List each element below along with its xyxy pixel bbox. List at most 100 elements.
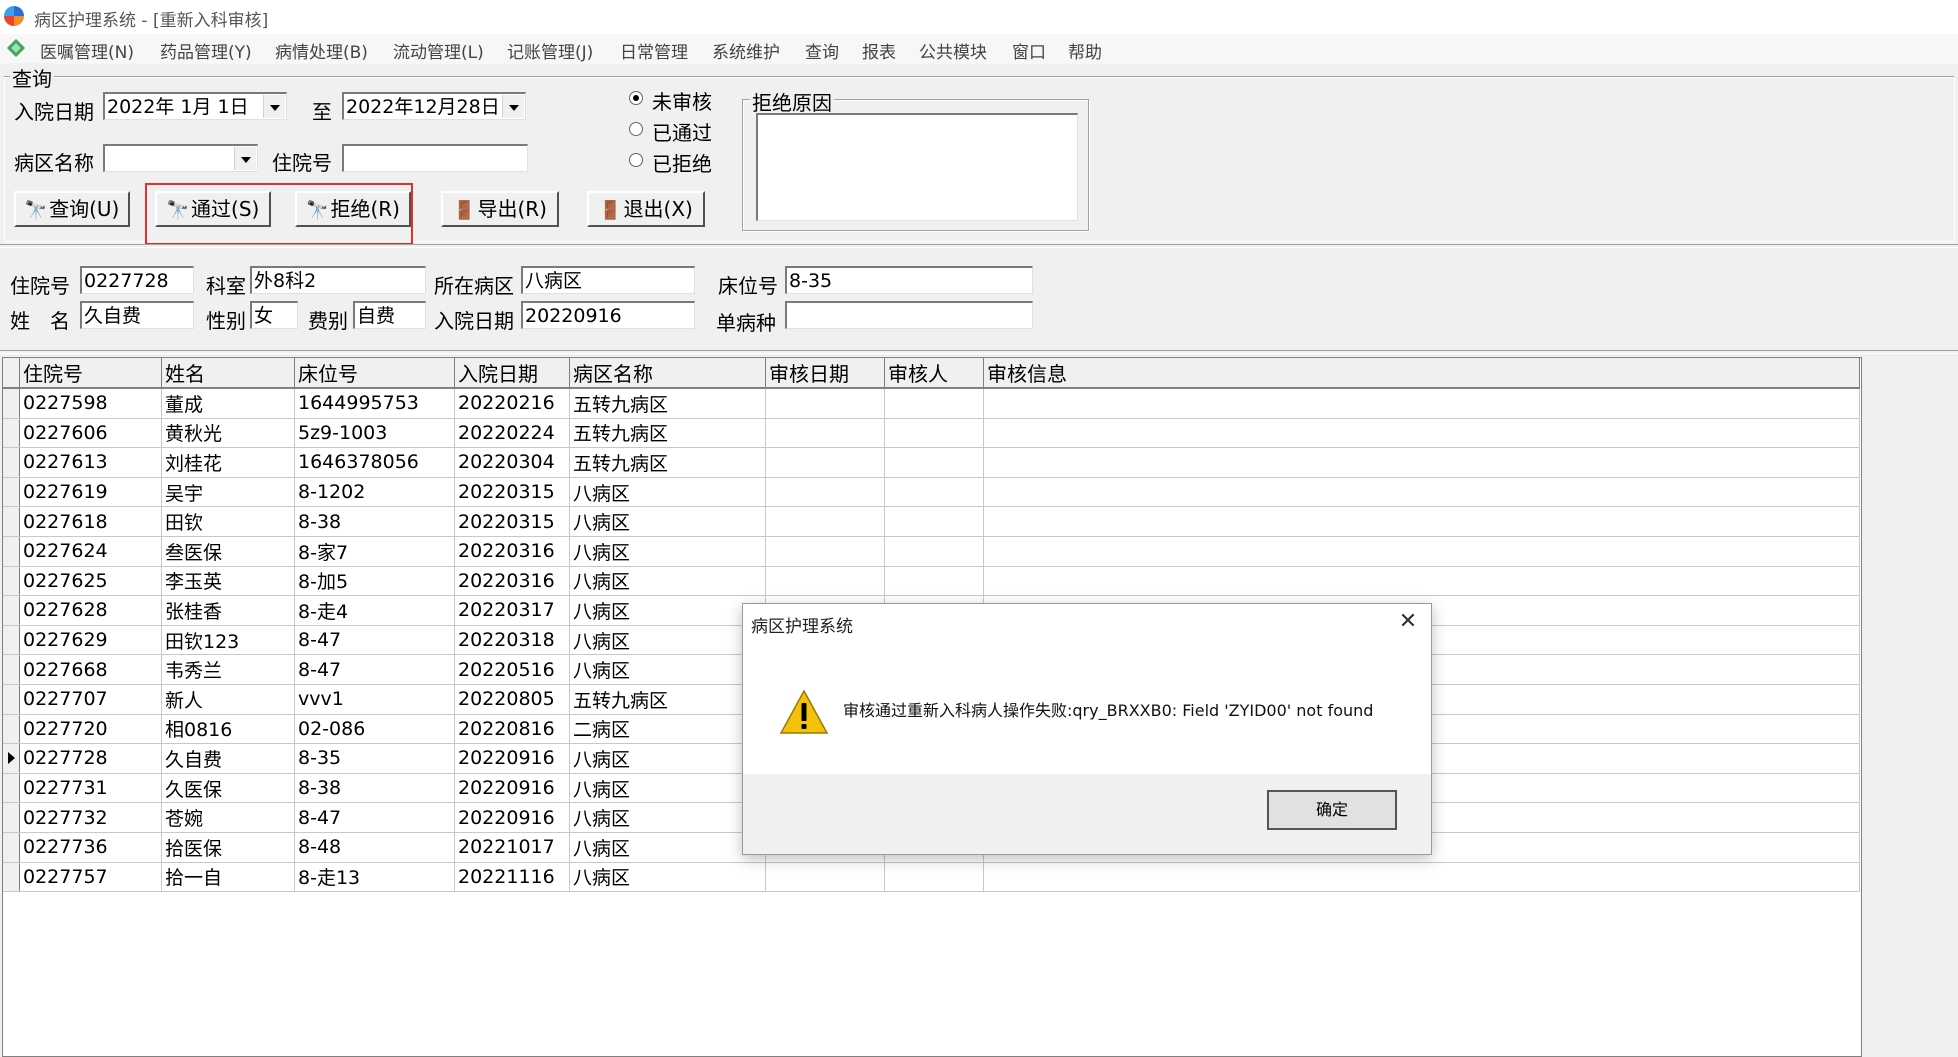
table-cell[interactable] <box>765 388 885 419</box>
table-cell[interactable]: 张桂香 <box>161 595 295 626</box>
table-row[interactable]: 0227613 刘桂花 1646378056 20220304 五转九病区 <box>3 447 1860 478</box>
table-cell[interactable]: 8-家7 <box>294 536 455 567</box>
table-cell[interactable]: 拾医保 <box>161 832 295 863</box>
table-cell[interactable]: 1646378056 <box>294 447 455 478</box>
menu-item-query[interactable]: 查询 <box>805 38 839 63</box>
row-indicator[interactable] <box>3 595 20 626</box>
table-cell[interactable]: 叁医保 <box>161 536 295 567</box>
table-cell[interactable] <box>983 447 1860 478</box>
table-cell[interactable] <box>884 536 984 567</box>
table-cell[interactable]: 五转九病区 <box>569 684 766 715</box>
table-cell[interactable]: 20220816 <box>454 714 570 745</box>
reject-button[interactable]: 🔭 拒绝(R) <box>295 191 411 227</box>
table-row[interactable]: 0227618 田钦 8-38 20220315 八病区 <box>3 506 1860 537</box>
row-indicator[interactable] <box>3 536 20 567</box>
row-indicator[interactable] <box>3 447 20 478</box>
table-cell[interactable] <box>983 477 1860 508</box>
table-cell[interactable]: 0227668 <box>19 654 162 685</box>
table-cell[interactable] <box>884 862 984 893</box>
menu-item-orders[interactable]: 医嘱管理(N) <box>40 38 134 63</box>
table-cell[interactable]: 0227707 <box>19 684 162 715</box>
ward-name-select[interactable] <box>103 144 258 172</box>
date-from-picker[interactable]: 2022年 1月 1日 <box>103 92 287 120</box>
table-row[interactable]: 0227606 黄秋光 5z9-1003 20220224 五转九病区 <box>3 418 1860 449</box>
export-button[interactable]: 🚪 导出(R) <box>441 191 559 227</box>
table-cell[interactable] <box>765 506 885 537</box>
table-cell[interactable]: 8-加5 <box>294 566 455 597</box>
chevron-down-icon[interactable] <box>263 95 285 118</box>
table-row[interactable]: 0227757 拾一自 8-走13 20221116 八病区 <box>3 862 1860 893</box>
table-cell[interactable] <box>983 536 1860 567</box>
table-cell[interactable]: 八病区 <box>569 832 766 863</box>
table-cell[interactable] <box>765 566 885 597</box>
menu-item-flow[interactable]: 流动管理(L) <box>393 38 484 63</box>
table-cell[interactable]: 0227728 <box>19 743 162 774</box>
table-cell[interactable]: 5z9-1003 <box>294 418 455 449</box>
table-cell[interactable] <box>983 418 1860 449</box>
table-cell[interactable] <box>983 862 1860 893</box>
column-header[interactable]: 入院日期 <box>454 358 570 389</box>
menu-item-drugs[interactable]: 药品管理(Y) <box>160 38 252 63</box>
pass-button[interactable]: 🔭 通过(S) <box>155 191 271 227</box>
table-cell[interactable]: 拾一自 <box>161 862 295 893</box>
query-button[interactable]: 🔭 查询(U) <box>14 191 130 227</box>
table-cell[interactable]: 8-38 <box>294 773 455 804</box>
table-cell[interactable]: 久自费 <box>161 743 295 774</box>
table-cell[interactable] <box>765 536 885 567</box>
table-cell[interactable]: 0227619 <box>19 477 162 508</box>
table-cell[interactable]: 黄秋光 <box>161 418 295 449</box>
menu-item-help[interactable]: 帮助 <box>1068 38 1102 63</box>
detail-single-disease[interactable] <box>785 301 1033 329</box>
table-row[interactable]: 0227619 吴宇 8-1202 20220315 八病区 <box>3 477 1860 508</box>
table-cell[interactable]: 八病区 <box>569 802 766 833</box>
table-cell[interactable]: 新人 <box>161 684 295 715</box>
inpatient-no-input[interactable] <box>342 144 528 172</box>
row-indicator[interactable] <box>3 802 20 833</box>
radio-rejected-label[interactable]: 已拒绝 <box>652 148 712 177</box>
table-row[interactable]: 0227598 董成 1644995753 20220216 五转九病区 <box>3 388 1860 419</box>
detail-fee[interactable]: 自费 <box>353 301 426 329</box>
table-cell[interactable] <box>884 506 984 537</box>
row-indicator[interactable] <box>3 654 20 685</box>
table-cell[interactable]: 八病区 <box>569 654 766 685</box>
table-cell[interactable]: 苍婉 <box>161 802 295 833</box>
table-cell[interactable]: 0227624 <box>19 536 162 567</box>
row-indicator[interactable] <box>3 684 20 715</box>
table-cell[interactable]: 五转九病区 <box>569 418 766 449</box>
table-cell[interactable]: 8-走13 <box>294 862 455 893</box>
table-cell[interactable]: 董成 <box>161 388 295 419</box>
row-indicator[interactable] <box>3 418 20 449</box>
table-cell[interactable]: 20220216 <box>454 388 570 419</box>
table-cell[interactable]: 0227720 <box>19 714 162 745</box>
row-indicator[interactable] <box>3 506 20 537</box>
detail-sex[interactable]: 女 <box>250 301 298 329</box>
table-cell[interactable]: 田钦 <box>161 506 295 537</box>
table-cell[interactable]: 0227757 <box>19 862 162 893</box>
column-header[interactable]: 姓名 <box>161 358 295 389</box>
table-cell[interactable]: 20220916 <box>454 743 570 774</box>
table-cell[interactable]: 0227606 <box>19 418 162 449</box>
table-cell[interactable] <box>765 477 885 508</box>
table-cell[interactable]: 0227613 <box>19 447 162 478</box>
chevron-down-icon[interactable] <box>234 147 256 170</box>
radio-unreviewed[interactable] <box>629 91 643 105</box>
menu-item-window[interactable]: 窗口 <box>1012 38 1046 63</box>
table-cell[interactable]: 20220916 <box>454 773 570 804</box>
table-cell[interactable]: 0227629 <box>19 625 162 656</box>
table-cell[interactable]: 0227618 <box>19 506 162 537</box>
row-indicator[interactable] <box>3 743 20 774</box>
row-indicator[interactable] <box>3 832 20 863</box>
detail-bed[interactable]: 8-35 <box>785 266 1033 294</box>
menu-item-report[interactable]: 报表 <box>862 38 896 63</box>
table-cell[interactable] <box>765 862 885 893</box>
table-cell[interactable]: 8-47 <box>294 802 455 833</box>
table-cell[interactable]: 相0816 <box>161 714 295 745</box>
menu-item-billing[interactable]: 记账管理(J) <box>507 38 593 63</box>
table-cell[interactable]: 八病区 <box>569 625 766 656</box>
table-cell[interactable]: 八病区 <box>569 773 766 804</box>
table-cell[interactable]: 8-48 <box>294 832 455 863</box>
table-cell[interactable]: 20220318 <box>454 625 570 656</box>
table-cell[interactable]: 八病区 <box>569 595 766 626</box>
table-cell[interactable]: 吴宇 <box>161 477 295 508</box>
table-cell[interactable]: 0227731 <box>19 773 162 804</box>
